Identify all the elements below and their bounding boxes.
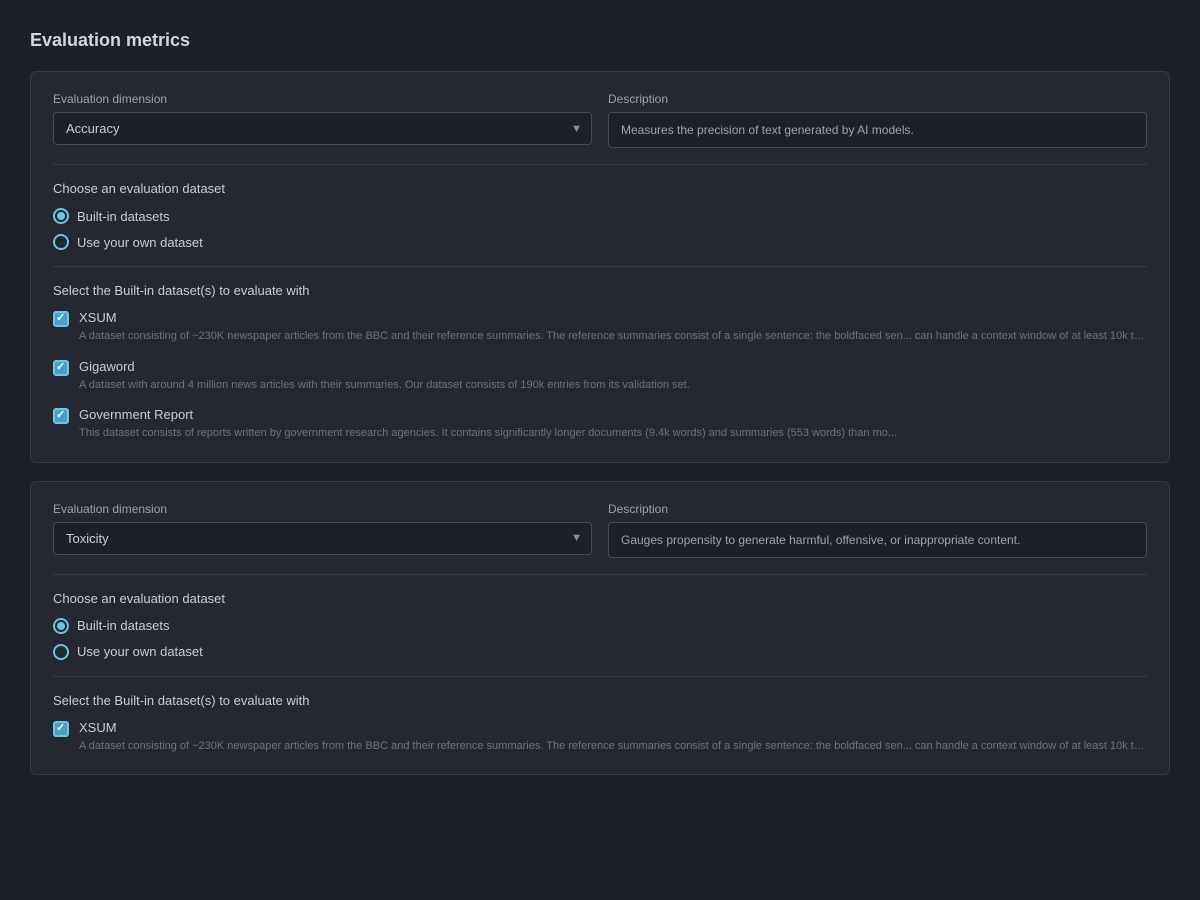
dataset-item-xsum-1: XSUM A dataset consisting of ~230K newsp…: [53, 310, 1147, 345]
xsum-content-2: XSUM A dataset consisting of ~230K newsp…: [79, 720, 1147, 755]
checkbox-gigaword-1[interactable]: [53, 360, 69, 376]
xsum-title-1: XSUM: [79, 310, 1147, 325]
govreport-title-1: Government Report: [79, 407, 1147, 422]
builtin-label-1: Select the Built-in dataset(s) to evalua…: [53, 283, 1147, 298]
eval-card-toxicity: Evaluation dimension Toxicity ▼ Descript…: [30, 481, 1170, 776]
checkbox-xsum-1[interactable]: [53, 311, 69, 327]
divider-1b: [53, 266, 1147, 267]
gigaword-title-1: Gigaword: [79, 359, 1147, 374]
checkbox-group-2: XSUM A dataset consisting of ~230K newsp…: [53, 720, 1147, 755]
builtin-label-2: Select the Built-in dataset(s) to evalua…: [53, 693, 1147, 708]
radio-group-2: Built-in datasets Use your own dataset: [53, 618, 1147, 660]
gigaword-content-1: Gigaword A dataset with around 4 million…: [79, 359, 1147, 394]
description-text-2: Gauges propensity to generate harmful, o…: [608, 522, 1147, 558]
description-label-1: Description: [608, 92, 1147, 106]
gigaword-desc-1: A dataset with around 4 million news art…: [79, 377, 1147, 394]
radio-own-input-1[interactable]: [53, 234, 69, 250]
checkbox-xsum-2[interactable]: [53, 721, 69, 737]
eval-card-accuracy: Evaluation dimension Accuracy ▼ Descript…: [30, 71, 1170, 463]
govreport-content-1: Government Report This dataset consists …: [79, 407, 1147, 442]
dataset-choice-label-2: Choose an evaluation dataset: [53, 591, 1147, 606]
xsum-content-1: XSUM A dataset consisting of ~230K newsp…: [79, 310, 1147, 345]
xsum-desc-1: A dataset consisting of ~230K newspaper …: [79, 328, 1147, 345]
govreport-desc-1: This dataset consists of reports written…: [79, 425, 1147, 442]
radio-builtin-label-1: Built-in datasets: [77, 209, 170, 224]
radio-builtin-input-2[interactable]: [53, 618, 69, 634]
checkbox-group-1: XSUM A dataset consisting of ~230K newsp…: [53, 310, 1147, 442]
divider-2a: [53, 574, 1147, 575]
radio-builtin-input-1[interactable]: [53, 208, 69, 224]
description-text-1: Measures the precision of text generated…: [608, 112, 1147, 148]
dimension-label-2: Evaluation dimension: [53, 502, 592, 516]
dimension-select-1[interactable]: Accuracy: [53, 112, 592, 145]
radio-own-input-2[interactable]: [53, 644, 69, 660]
radio-own-label-2: Use your own dataset: [77, 644, 203, 659]
dataset-choice-label-1: Choose an evaluation dataset: [53, 181, 1147, 196]
xsum-title-2: XSUM: [79, 720, 1147, 735]
radio-own-2[interactable]: Use your own dataset: [53, 644, 1147, 660]
xsum-desc-2: A dataset consisting of ~230K newspaper …: [79, 738, 1147, 755]
divider-1a: [53, 164, 1147, 165]
dimension-label-1: Evaluation dimension: [53, 92, 592, 106]
dataset-item-gigaword-1: Gigaword A dataset with around 4 million…: [53, 359, 1147, 394]
dataset-item-govreport-1: Government Report This dataset consists …: [53, 407, 1147, 442]
radio-builtin-2[interactable]: Built-in datasets: [53, 618, 1147, 634]
radio-builtin-1[interactable]: Built-in datasets: [53, 208, 1147, 224]
dataset-item-xsum-2: XSUM A dataset consisting of ~230K newsp…: [53, 720, 1147, 755]
dimension-select-wrapper-2: Toxicity ▼: [53, 522, 592, 555]
radio-builtin-label-2: Built-in datasets: [77, 618, 170, 633]
description-label-2: Description: [608, 502, 1147, 516]
checkbox-govreport-1[interactable]: [53, 408, 69, 424]
page-title: Evaluation metrics: [30, 30, 1170, 51]
radio-group-1: Built-in datasets Use your own dataset: [53, 208, 1147, 250]
divider-2b: [53, 676, 1147, 677]
dimension-select-wrapper-1: Accuracy ▼: [53, 112, 592, 145]
radio-own-1[interactable]: Use your own dataset: [53, 234, 1147, 250]
radio-own-label-1: Use your own dataset: [77, 235, 203, 250]
dimension-select-2[interactable]: Toxicity: [53, 522, 592, 555]
